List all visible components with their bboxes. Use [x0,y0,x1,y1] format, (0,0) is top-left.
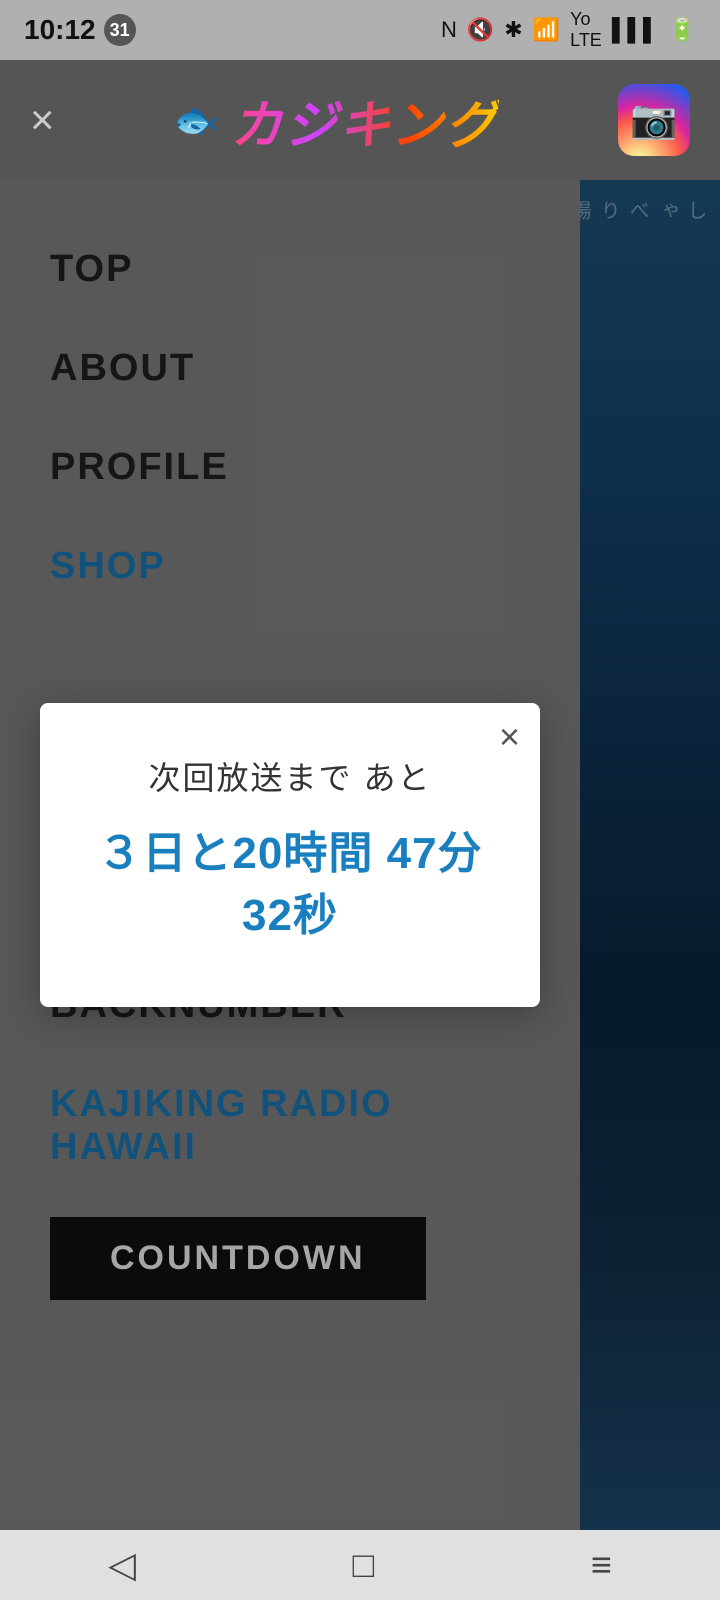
modal-subtitle: 次回放送まで あと [80,753,500,799]
logo: カジキング [230,83,498,158]
status-icons: N 🔇 ✱ 📶 YoLTE ▌▌▌ 🔋 [441,9,696,51]
cellular-icon: ▌▌▌ [612,17,659,43]
time-display: 10:12 [24,14,96,46]
status-bar: 10:12 31 N 🔇 ✱ 📶 YoLTE ▌▌▌ 🔋 [0,0,720,60]
menu-button[interactable]: ≡ [561,1534,642,1596]
bluetooth-icon: ✱ [504,17,522,43]
sound-icon: 🔇 [467,17,494,43]
modal-dialog: × 次回放送まで あと ３日と20時間 47分32秒 [40,703,540,1006]
bottom-navigation: ◁ □ ≡ [0,1530,720,1600]
wifi-icon: 📶 [533,17,560,43]
status-time: 10:12 31 [24,14,136,46]
home-button[interactable]: □ [322,1534,404,1596]
header: × 🐟 カジキング 📷 [0,60,720,180]
instagram-button[interactable]: 📷 [618,84,690,156]
modal-countdown: ３日と20時間 47分32秒 [80,823,500,946]
battery-icon: 🔋 [669,17,696,43]
modal-overlay: × 次回放送まで あと ３日と20時間 47分32秒 [0,180,580,1530]
close-button[interactable]: × [30,96,55,144]
back-button[interactable]: ◁ [78,1534,166,1596]
modal-close-button[interactable]: × [499,719,520,755]
lte-icon: YoLTE [570,9,602,51]
main-content: TOP ABOUT PROFILE SHOP BACKNUMBER KAJIKI… [0,180,720,1530]
instagram-icon: 📷 [630,98,677,142]
right-strip: しゃべり場のTOPICS! [580,180,720,1530]
notification-badge: 31 [104,14,136,46]
signal-icon: N [441,17,457,43]
